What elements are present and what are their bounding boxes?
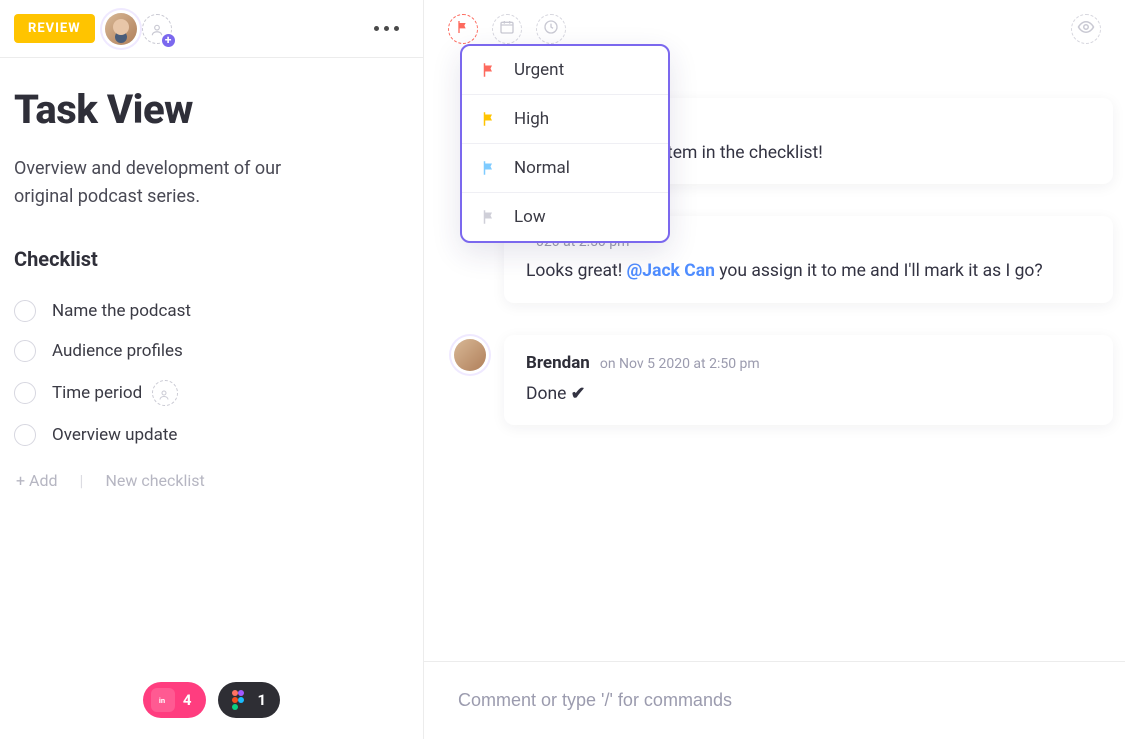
checklist-item-label: Audience profiles	[52, 341, 183, 361]
checklist-item-label: Time period	[52, 383, 142, 403]
priority-option-high[interactable]: High	[462, 95, 668, 144]
invision-count: 4	[183, 691, 192, 709]
page-description: Overview and development of our original…	[14, 155, 334, 211]
flag-icon	[480, 110, 498, 128]
comment-time: on Nov 5 2020 at 2:50 pm	[600, 356, 760, 372]
priority-menu: Urgent High Normal Low	[460, 44, 670, 243]
comment-text: Looks great! @Jack Can you assign it to …	[526, 258, 1091, 284]
comment-author: Brendan	[526, 353, 590, 373]
checkbox-icon[interactable]	[14, 424, 36, 446]
checkmark-icon: ✔	[571, 384, 586, 404]
page-title: Task View	[14, 86, 409, 133]
invision-icon: in	[151, 688, 175, 712]
left-body: Task View Overview and development of ou…	[0, 58, 423, 661]
checklist-actions: + Add | New checklist	[14, 455, 409, 490]
watchers-button[interactable]	[1071, 14, 1101, 44]
task-left-pane: REVIEW + Task View Overview and developm…	[0, 0, 424, 739]
invision-attachment-pill[interactable]: in 4	[143, 682, 206, 718]
priority-label: Low	[514, 207, 546, 227]
left-header: REVIEW +	[0, 0, 423, 58]
figma-count: 1	[258, 691, 267, 709]
checklist-item-label: Overview update	[52, 425, 177, 445]
priority-label: Urgent	[514, 60, 564, 80]
priority-label: Normal	[514, 158, 570, 178]
eye-icon	[1077, 18, 1095, 40]
comment-input[interactable]	[458, 690, 1091, 711]
plus-icon: +	[160, 32, 177, 49]
priority-option-low[interactable]: Low	[462, 193, 668, 241]
due-date-button[interactable]	[492, 14, 522, 44]
priority-option-urgent[interactable]: Urgent	[462, 46, 668, 95]
person-icon	[150, 22, 164, 36]
svg-text:in: in	[159, 696, 165, 705]
priority-flag-button[interactable]	[448, 14, 478, 44]
calendar-icon	[499, 19, 515, 39]
comment-composer	[424, 661, 1125, 739]
assignee-avatar[interactable]	[105, 13, 137, 45]
checkbox-icon[interactable]	[14, 382, 36, 404]
checklist-heading: Checklist	[14, 247, 409, 271]
checklist-item[interactable]: Time period	[14, 371, 409, 415]
comment-bubble[interactable]: Brendan on Nov 5 2020 at 2:50 pm Done ✔	[504, 335, 1113, 425]
figma-attachment-pill[interactable]: 1	[218, 682, 281, 718]
flag-icon	[455, 19, 471, 39]
checklist-item[interactable]: Audience profiles	[14, 331, 409, 371]
new-checklist-button[interactable]: New checklist	[105, 471, 204, 490]
checklist-item[interactable]: Name the podcast	[14, 291, 409, 331]
attachments-bar: in 4 1	[0, 661, 423, 739]
priority-option-normal[interactable]: Normal	[462, 144, 668, 193]
comment-text: Done ✔	[526, 381, 1091, 407]
priority-label: High	[514, 109, 549, 129]
figma-icon	[226, 688, 250, 712]
more-icon	[374, 26, 379, 31]
add-checklist-item-button[interactable]: + Add	[16, 471, 58, 490]
person-icon	[158, 386, 172, 400]
time-tracking-button[interactable]	[536, 14, 566, 44]
comment-avatar[interactable]	[454, 339, 486, 371]
checklist-item[interactable]: Overview update	[14, 415, 409, 455]
flag-icon	[480, 159, 498, 177]
add-assignee-button[interactable]: +	[141, 13, 173, 45]
clock-icon	[543, 19, 559, 39]
flag-icon	[480, 208, 498, 226]
flag-icon	[480, 61, 498, 79]
checklist-assignee-button[interactable]	[152, 380, 178, 406]
divider: |	[80, 471, 84, 490]
status-badge[interactable]: REVIEW	[14, 14, 95, 43]
more-button[interactable]	[374, 26, 409, 31]
checkbox-icon[interactable]	[14, 300, 36, 322]
comment-row: Brendan on Nov 5 2020 at 2:50 pm Done ✔	[454, 335, 1113, 425]
checkbox-icon[interactable]	[14, 340, 36, 362]
mention[interactable]: @Jack Can	[627, 261, 715, 281]
checklist-item-label: Name the podcast	[52, 301, 191, 321]
